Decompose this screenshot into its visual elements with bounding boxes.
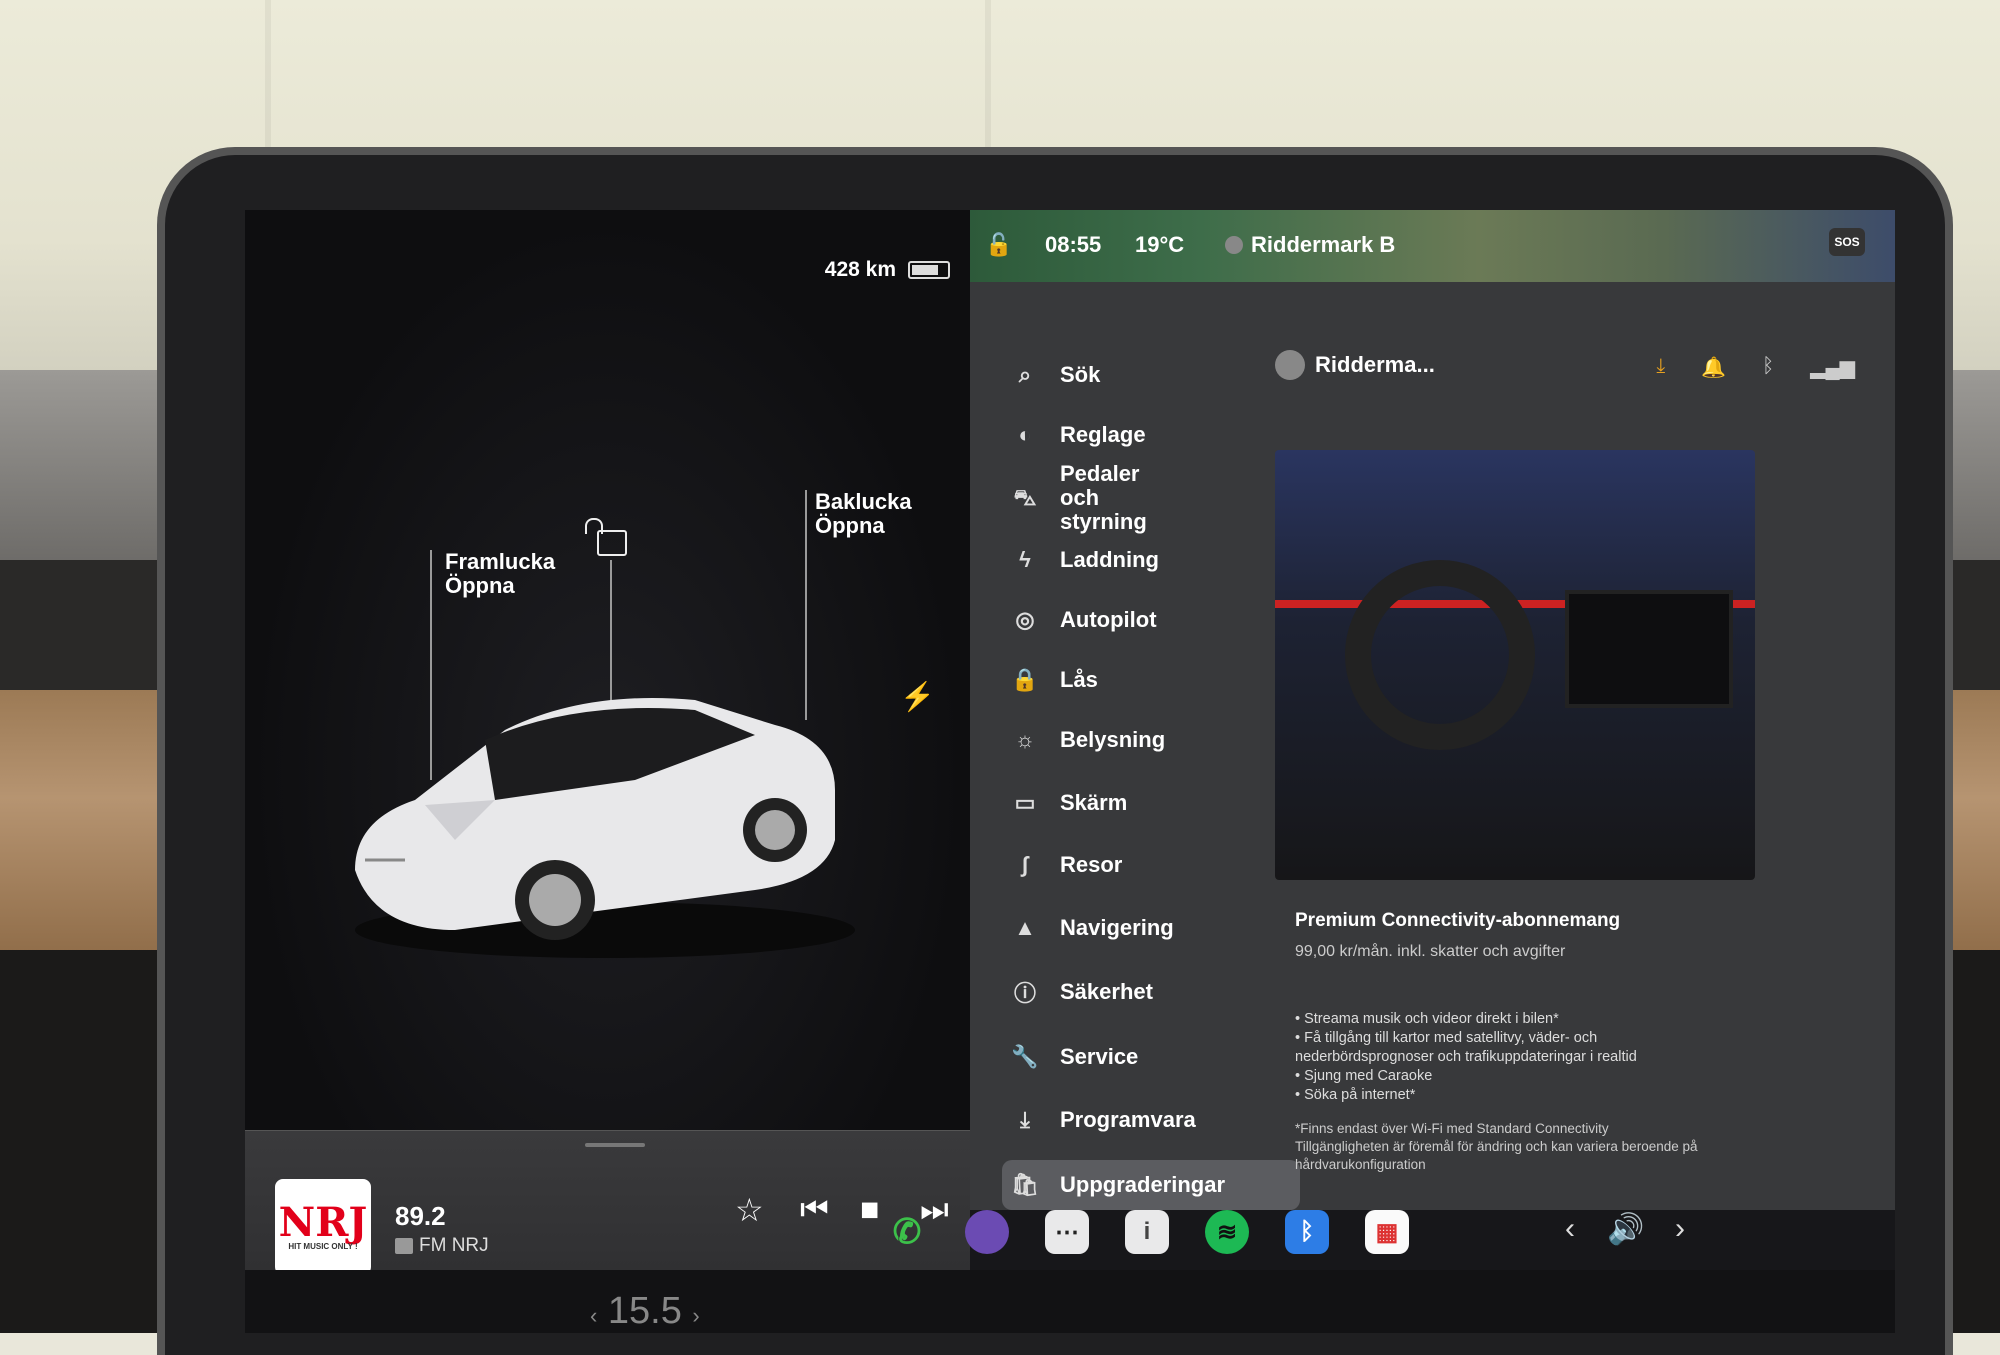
range-indicator: 428 km <box>825 258 950 282</box>
profile-icon <box>1225 236 1243 254</box>
download-icon: ⤓ <box>1020 1107 1030 1132</box>
range-value: 428 km <box>824 258 896 281</box>
frunk-open-button[interactable]: Öppna <box>445 574 555 598</box>
touchscreen: 428 km Framlucka Öppna Baklucka Öppna ⚡ <box>245 210 1895 1333</box>
phone-icon[interactable]: ✆ <box>885 1210 929 1254</box>
menu-item-software[interactable]: ⤓ Programvara <box>1010 1095 1310 1145</box>
bottom-dock <box>245 1270 1895 1333</box>
sos-button[interactable]: SOS <box>1829 228 1865 256</box>
lte-signal-icon: ▂▄▆ <box>1810 357 1855 379</box>
trunk-callout[interactable]: Baklucka Öppna <box>815 490 912 538</box>
volume-bar <box>970 1210 1895 1270</box>
settings-panel: 🔓 08:55 19°C Riddermark B SOS ⌕ Sök ◐ Re… <box>970 210 1895 1210</box>
menu-item-trips[interactable]: ∫ Resor <box>1010 840 1310 890</box>
alert-icon: ⓘ <box>1013 981 1036 1006</box>
menu-item-controls[interactable]: ◐ Reglage <box>1010 410 1310 460</box>
promo-footnote: *Finns endast över Wi-Fi med Standard Co… <box>1295 1121 1698 1172</box>
stop-icon[interactable]: ■ <box>860 1191 879 1228</box>
toggle-icon: ◐ <box>1018 422 1032 447</box>
menu-item-charging[interactable]: ϟ Laddning <box>1010 535 1310 585</box>
speaker-icon[interactable]: 🔊 <box>1607 1212 1644 1247</box>
calendar-icon[interactable]: ▦ <box>1365 1210 1409 1254</box>
bluetooth-app-icon[interactable]: ᛒ <box>1285 1210 1329 1254</box>
clock: 08:55 <box>1045 232 1102 257</box>
outside-temperature: 19°C <box>1135 232 1185 257</box>
promo-features: • Streama musik och videor direkt i bile… <box>1295 1011 1637 1103</box>
menu-item-display[interactable]: ▭ Skärm <box>1010 778 1310 828</box>
volume-down-button[interactable]: ‹ <box>1565 1212 1575 1246</box>
spotify-icon[interactable]: ≋ <box>1205 1210 1249 1254</box>
voice-assistant-icon[interactable] <box>965 1210 1009 1254</box>
frunk-callout[interactable]: Framlucka Öppna <box>445 550 555 598</box>
avatar <box>1275 350 1305 380</box>
car-model <box>355 698 855 958</box>
lock-status-icon[interactable]: 🔓 <box>985 232 1012 258</box>
download-icon[interactable]: ⤓ <box>1656 355 1665 380</box>
bolt-icon: ϟ <box>1019 547 1031 572</box>
sun-icon: ☼ <box>1014 727 1036 752</box>
temp-down-button[interactable]: ‹ <box>590 1303 597 1328</box>
profile-button[interactable]: Ridderma... <box>1275 350 1435 380</box>
display-icon: ▭ <box>1014 790 1036 815</box>
promo-title[interactable]: Premium Connectivity-abonnemang <box>1295 910 1620 932</box>
status-bar: 🔓 08:55 19°C Riddermark B SOS <box>970 210 1895 282</box>
trunk-open-button[interactable]: Öppna <box>815 514 912 538</box>
favorite-star-icon[interactable]: ☆ <box>735 1191 764 1229</box>
touchscreen-image <box>1565 590 1733 708</box>
wrench-icon: 🔧 <box>1011 1044 1039 1069</box>
menu-item-search[interactable]: ⌕ Sök <box>1010 350 1310 400</box>
station-name: FM NRJ <box>395 1235 489 1257</box>
trips-icon: ∫ <box>1021 852 1029 877</box>
more-apps-icon[interactable]: ⋯ <box>1045 1210 1089 1254</box>
steering-wheel-icon: ◎ <box>1015 607 1035 632</box>
menu-item-locks[interactable]: 🔒 Lås <box>1010 655 1310 705</box>
car-panel: 428 km Framlucka Öppna Baklucka Öppna ⚡ <box>245 210 980 1333</box>
steering-wheel-image <box>1345 560 1535 750</box>
search-icon: ⌕ <box>1018 362 1032 387</box>
lock-icon: 🔒 <box>1011 667 1039 692</box>
menu-item-upgrades[interactable]: 🛍 Uppgraderingar <box>1002 1160 1300 1210</box>
menu-item-service[interactable]: 🔧 Service <box>1010 1032 1310 1082</box>
bell-icon[interactable]: 🔔 <box>1701 355 1726 380</box>
climate-temperature[interactable]: ‹ 15.5 › <box>590 1290 700 1333</box>
driver-profile[interactable]: Riddermark B <box>1225 232 1395 258</box>
trunk-label: Baklucka <box>815 489 912 514</box>
frequency: 89.2 <box>395 1201 446 1231</box>
volume-up-button[interactable]: › <box>1675 1212 1685 1246</box>
station-logo: NRJ HIT MUSIC ONLY ! <box>275 1179 371 1275</box>
menu-item-navigation[interactable]: ▲ Navigering <box>1010 903 1310 953</box>
status-icons: ⤓ 🔔 ᛒ ▂▄▆ <box>1656 355 1855 380</box>
upgrade-hero-image <box>1275 450 1755 880</box>
temp-up-button[interactable]: › <box>692 1303 699 1328</box>
media-drawer-handle[interactable] <box>585 1143 645 1147</box>
battery-icon <box>908 261 950 279</box>
promo-price: 99,00 kr/mån. inkl. skatter och avgifter <box>1295 943 1566 960</box>
menu-item-pedals[interactable]: ⛍ Pedaler och styrning <box>1010 462 1310 534</box>
menu-item-safety[interactable]: ⓘ Säkerhet <box>1010 967 1310 1017</box>
previous-track-icon[interactable]: ⏮ <box>800 1191 829 1229</box>
navigation-icon: ▲ <box>1014 915 1036 940</box>
bluetooth-icon[interactable]: ᛒ <box>1762 355 1774 380</box>
radio-icon <box>395 1238 413 1254</box>
menu-item-autopilot[interactable]: ◎ Autopilot <box>1010 595 1310 645</box>
menu-item-lighting[interactable]: ☼ Belysning <box>1010 715 1310 765</box>
charge-port-icon[interactable]: ⚡ <box>900 680 935 713</box>
unlock-icon[interactable] <box>585 518 627 556</box>
car-icon: ⛍ <box>1013 485 1037 510</box>
manual-icon[interactable]: i <box>1125 1210 1169 1254</box>
frunk-label: Framlucka <box>445 549 556 574</box>
bag-icon: 🛍 <box>1011 1172 1039 1197</box>
